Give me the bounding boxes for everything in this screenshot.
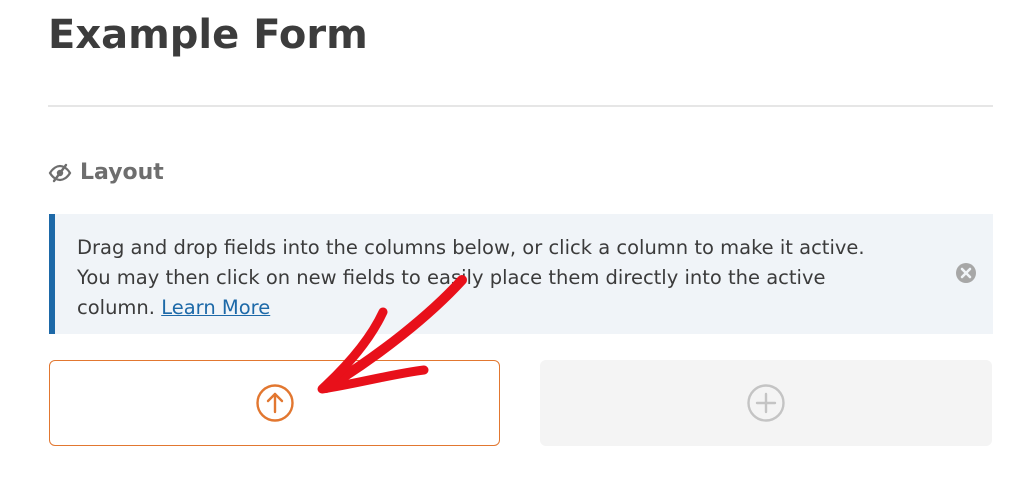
layout-column-1-active[interactable] <box>49 360 500 446</box>
plus-circle-icon[interactable] <box>746 383 786 423</box>
close-circle-icon[interactable] <box>955 262 977 284</box>
eye-slash-icon <box>48 163 72 183</box>
notice-text: Drag and drop fields into the columns be… <box>77 233 917 323</box>
notice-line-1: Drag and drop fields into the columns be… <box>77 236 865 259</box>
notice-line-2: You may then click on new fields to easi… <box>77 266 826 289</box>
layout-notice: Drag and drop fields into the columns be… <box>49 214 993 334</box>
learn-more-link[interactable]: Learn More <box>161 296 270 319</box>
arrow-up-circle-icon[interactable] <box>255 383 295 423</box>
divider <box>48 105 993 107</box>
notice-line-3-prefix: column. <box>77 296 162 319</box>
page: Example Form Layout Drag and drop fields… <box>0 0 1024 481</box>
layout-section-header[interactable]: Layout <box>48 160 164 185</box>
notice-line-3: column. Learn More <box>77 293 917 323</box>
page-title: Example Form <box>48 12 368 58</box>
layout-section-label: Layout <box>80 160 164 185</box>
layout-column-2[interactable] <box>540 360 992 446</box>
